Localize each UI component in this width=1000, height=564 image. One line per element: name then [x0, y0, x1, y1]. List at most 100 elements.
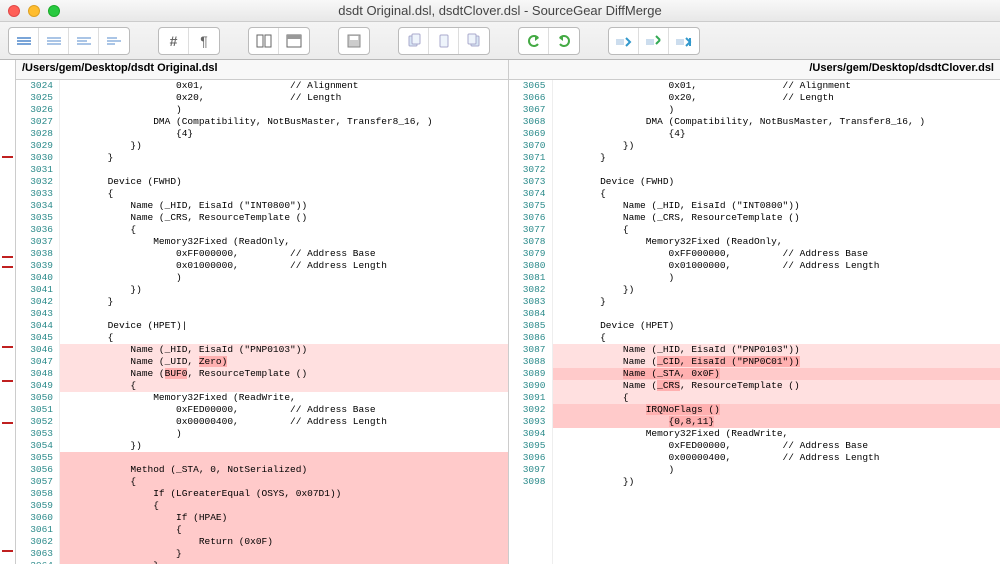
code-line[interactable]: Memory32Fixed (ReadOnly, [60, 236, 508, 248]
code-line[interactable]: { [60, 524, 508, 536]
code-line[interactable]: IRQNoFlags () [553, 404, 1000, 416]
code-line[interactable]: Name (_CRS, ResourceTemplate () [553, 380, 1000, 392]
code-line[interactable]: { [60, 332, 508, 344]
code-line[interactable]: { [553, 392, 1000, 404]
code-line[interactable]: {4} [553, 128, 1000, 140]
code-line[interactable]: Device (FWHD) [553, 176, 1000, 188]
code-line[interactable]: Method (_STA, 0, NotSerialized) [60, 464, 508, 476]
view-mode-1-button[interactable] [9, 28, 39, 54]
code-line[interactable]: DMA (Compatibility, NotBusMaster, Transf… [60, 116, 508, 128]
code-line[interactable]: } [60, 296, 508, 308]
last-diff-button[interactable] [669, 28, 699, 54]
overview-strip[interactable] [0, 60, 16, 564]
code-line[interactable] [60, 452, 508, 464]
code-line[interactable]: Name (_STA, 0x0F) [553, 368, 1000, 380]
save-button[interactable] [339, 28, 369, 54]
right-pane[interactable]: 3065306630673068306930703071307230733074… [509, 80, 1000, 564]
code-line[interactable]: { [60, 380, 508, 392]
overview-mark[interactable] [2, 422, 13, 424]
code-line[interactable]: Memory32Fixed (ReadWrite, [553, 428, 1000, 440]
copy-left-button[interactable] [399, 28, 429, 54]
code-line[interactable] [60, 164, 508, 176]
code-line[interactable]: 0x00000400, // Address Length [553, 452, 1000, 464]
code-line[interactable]: Device (HPET) [553, 320, 1000, 332]
split-single-button[interactable] [279, 28, 309, 54]
code-line[interactable]: } [60, 152, 508, 164]
overview-mark[interactable] [2, 156, 13, 158]
code-line[interactable]: Name (_CRS, ResourceTemplate () [553, 212, 1000, 224]
code-line[interactable] [553, 164, 1000, 176]
code-line[interactable]: ) [60, 104, 508, 116]
code-line[interactable]: { [60, 224, 508, 236]
code-line[interactable]: 0x01, // Alignment [553, 80, 1000, 92]
code-line[interactable]: }) [60, 440, 508, 452]
left-pane[interactable]: 3024302530263027302830293030303130323033… [16, 80, 509, 564]
view-mode-3-button[interactable] [69, 28, 99, 54]
code-line[interactable]: 0x01000000, // Address Length [60, 260, 508, 272]
code-line[interactable]: }) [553, 476, 1000, 488]
code-line[interactable]: } [553, 296, 1000, 308]
pilcrow-button[interactable]: ¶ [189, 28, 219, 54]
code-line[interactable]: Memory32Fixed (ReadWrite, [60, 392, 508, 404]
left-code[interactable]: 0x01, // Alignment 0x20, // Length ) DMA… [60, 80, 508, 564]
code-line[interactable]: Return (0x0F) [60, 536, 508, 548]
code-line[interactable]: 0xFED00000, // Address Base [553, 440, 1000, 452]
code-line[interactable]: ) [553, 464, 1000, 476]
code-line[interactable]: {0,8,11} [553, 416, 1000, 428]
overview-mark[interactable] [2, 266, 13, 268]
redo-button[interactable] [549, 28, 579, 54]
code-line[interactable]: }) [60, 140, 508, 152]
copy-right-button[interactable] [459, 28, 489, 54]
code-line[interactable]: If (HPAE) [60, 512, 508, 524]
next-diff-button[interactable] [639, 28, 669, 54]
undo-button[interactable] [519, 28, 549, 54]
code-line[interactable]: } [553, 152, 1000, 164]
code-line[interactable]: { [60, 188, 508, 200]
code-line[interactable]: Device (FWHD) [60, 176, 508, 188]
copy-center-button[interactable] [429, 28, 459, 54]
code-line[interactable]: { [60, 476, 508, 488]
code-line[interactable]: ) [553, 104, 1000, 116]
code-line[interactable]: ) [60, 428, 508, 440]
code-line[interactable]: 0x00000400, // Address Length [60, 416, 508, 428]
overview-mark[interactable] [2, 380, 13, 382]
code-line[interactable]: Name (BUF0, ResourceTemplate () [60, 368, 508, 380]
code-line[interactable]: { [553, 188, 1000, 200]
code-line[interactable]: }) [553, 284, 1000, 296]
code-line[interactable]: Device (HPET)| [60, 320, 508, 332]
code-line[interactable]: 0x01000000, // Address Length [553, 260, 1000, 272]
code-line[interactable]: 0x01, // Alignment [60, 80, 508, 92]
code-line[interactable]: Name (_HID, EisaId ("PNP0103")) [553, 344, 1000, 356]
code-line[interactable]: ) [60, 272, 508, 284]
right-code[interactable]: 0x01, // Alignment 0x20, // Length ) DMA… [553, 80, 1000, 564]
code-line[interactable]: { [60, 500, 508, 512]
code-line[interactable]: Memory32Fixed (ReadOnly, [553, 236, 1000, 248]
overview-mark[interactable] [2, 256, 13, 258]
overview-mark[interactable] [2, 550, 13, 552]
code-line[interactable]: }) [60, 284, 508, 296]
code-line[interactable]: DMA (Compatibility, NotBusMaster, Transf… [553, 116, 1000, 128]
code-line[interactable]: 0xFED00000, // Address Base [60, 404, 508, 416]
view-mode-4-button[interactable] [99, 28, 129, 54]
code-line[interactable]: } [60, 548, 508, 560]
code-line[interactable]: }) [553, 140, 1000, 152]
code-line[interactable] [553, 308, 1000, 320]
code-line[interactable]: Name (_HID, EisaId ("PNP0103")) [60, 344, 508, 356]
code-line[interactable]: 0x20, // Length [60, 92, 508, 104]
code-line[interactable]: } [60, 560, 508, 564]
code-line[interactable] [60, 308, 508, 320]
code-line[interactable]: Name (_CID, EisaId ("PNP0C01")) [553, 356, 1000, 368]
code-line[interactable]: Name (_CRS, ResourceTemplate () [60, 212, 508, 224]
split-vertical-button[interactable] [249, 28, 279, 54]
hash-button[interactable]: # [159, 28, 189, 54]
code-line[interactable]: Name (_HID, EisaId ("INT0800")) [60, 200, 508, 212]
code-line[interactable]: Name (_HID, EisaId ("INT0800")) [553, 200, 1000, 212]
code-line[interactable]: 0xFF000000, // Address Base [553, 248, 1000, 260]
code-line[interactable]: 0xFF000000, // Address Base [60, 248, 508, 260]
code-line[interactable]: Name (_UID, Zero) [60, 356, 508, 368]
code-line[interactable]: {4} [60, 128, 508, 140]
code-line[interactable]: 0x20, // Length [553, 92, 1000, 104]
code-line[interactable]: { [553, 332, 1000, 344]
prev-diff-button[interactable] [609, 28, 639, 54]
code-line[interactable]: If (LGreaterEqual (OSYS, 0x07D1)) [60, 488, 508, 500]
